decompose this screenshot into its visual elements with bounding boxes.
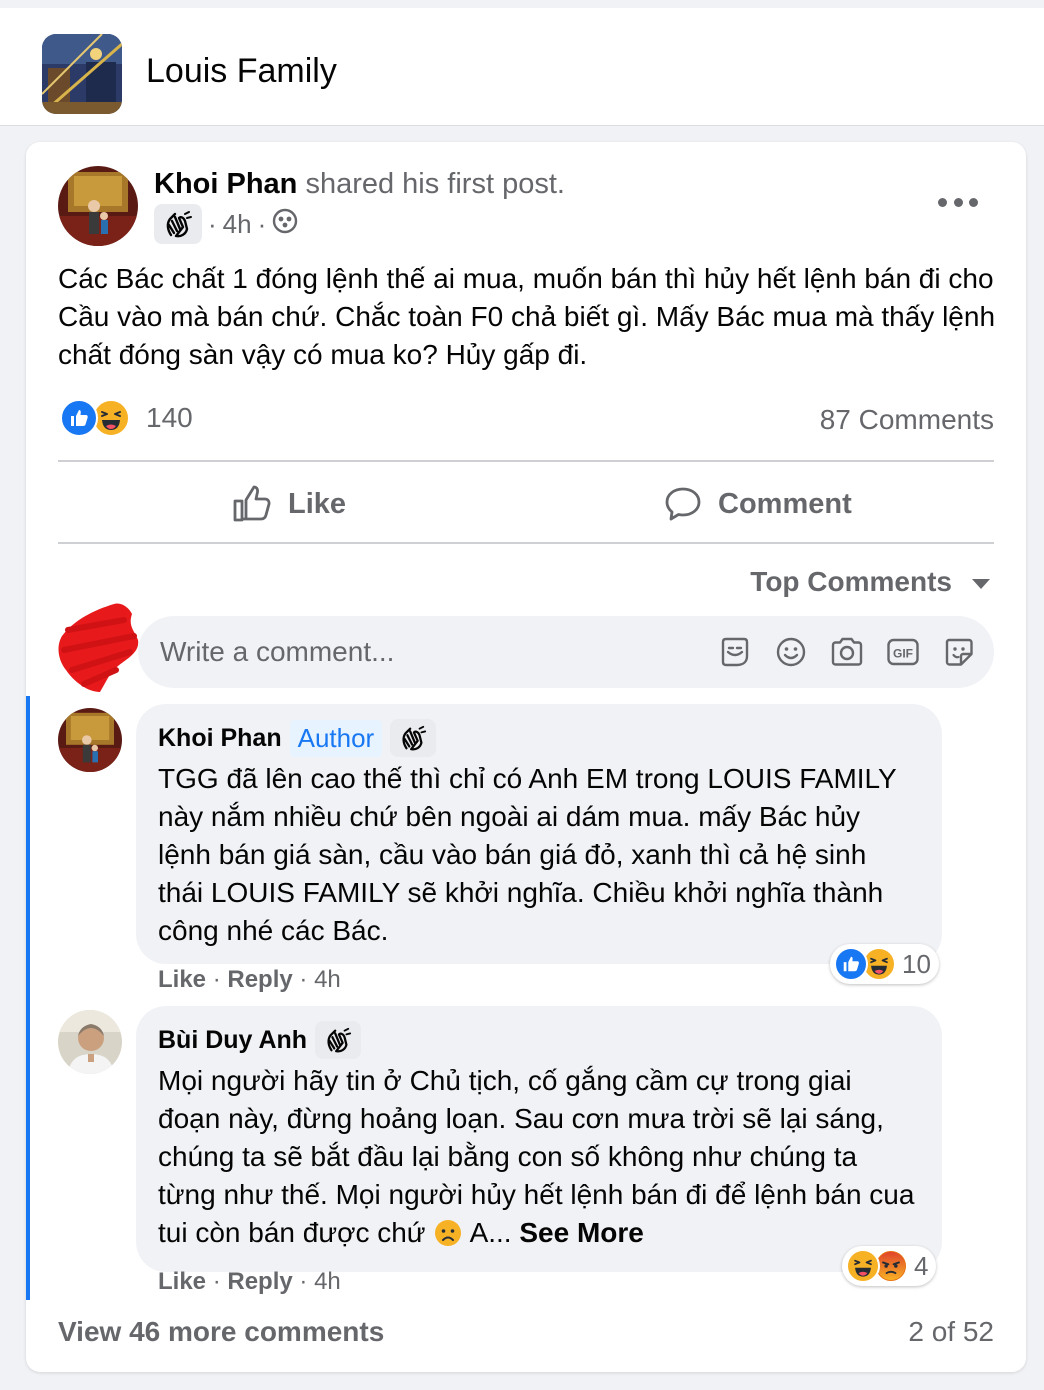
chevron-down-icon [972, 579, 990, 589]
comment-reactions[interactable]: 4 [842, 1246, 937, 1286]
like-reaction-icon [60, 399, 98, 437]
thread-indicator [26, 696, 30, 1300]
camera-icon[interactable] [830, 635, 864, 669]
like-button-label: Like [288, 487, 347, 520]
comment-reaction-count: 4 [914, 1250, 929, 1281]
group-header: Louis Family [0, 0, 1044, 126]
comment-bubble: Bùi Duy Anh Mọi người hãy tin ở Chủ tịch… [136, 1006, 942, 1272]
like-reaction-icon [834, 947, 868, 981]
comment-avatar[interactable] [58, 708, 122, 772]
comment-composer[interactable]: Write a comment... GIF [138, 616, 994, 688]
post-action-text: shared his first post. [305, 168, 565, 200]
post-meta: · 4h · [154, 204, 298, 244]
group-avatar[interactable] [42, 34, 122, 114]
post-card: Khoi Phan shared his first post. · 4h · … [26, 142, 1026, 1372]
comment-like-button[interactable]: Like [158, 1268, 206, 1295]
comment-reaction-count: 10 [902, 948, 931, 979]
comment-pager: 2 of 52 [908, 1316, 994, 1347]
post-reaction-count: 140 [146, 402, 193, 433]
comment-text: TGG đã lên cao thế thì chỉ có Anh EM tro… [158, 763, 897, 946]
wave-badge-icon[interactable] [390, 719, 437, 757]
comment-time[interactable]: 4h [314, 966, 341, 993]
comment-reply-button[interactable]: Reply [227, 966, 292, 993]
svg-text:GIF: GIF [893, 647, 913, 661]
sort-label: Top Comments [750, 566, 952, 597]
comment-avatar[interactable] [58, 1010, 122, 1074]
comment-text-tail: A... [463, 1217, 512, 1248]
comment-author-name[interactable]: Bùi Duy Anh [158, 1026, 307, 1055]
divider [58, 542, 994, 544]
comment-author-name[interactable]: Khoi Phan [158, 724, 282, 753]
divider [58, 460, 994, 462]
wave-badge-icon[interactable] [154, 204, 202, 244]
sticker-icon[interactable] [942, 635, 976, 669]
comment-sort-dropdown[interactable]: Top Comments [750, 566, 990, 598]
post-comment-count[interactable]: 87 Comments [820, 404, 994, 436]
comment-like-button[interactable]: Like [158, 966, 206, 993]
post-reactions[interactable]: 140 [60, 398, 193, 438]
post-text: Các Bác chất 1 đóng lệnh thế ai mua, muố… [58, 263, 996, 370]
post-author-avatar[interactable] [58, 166, 138, 246]
comment-button[interactable]: Comment [664, 476, 852, 532]
comment-bubble: Khoi Phan Author TGG đã lên cao thế thì … [136, 704, 942, 964]
sad-emoji-icon [433, 1218, 463, 1258]
comment-reactions[interactable]: 10 [830, 944, 939, 984]
post-author-name[interactable]: Khoi Phan [154, 168, 297, 200]
see-more-link[interactable]: See More [519, 1217, 644, 1248]
sticker-face-icon[interactable] [718, 635, 752, 669]
emoji-icon[interactable] [774, 635, 808, 669]
comment-input[interactable]: Write a comment... [160, 636, 394, 668]
haha-reaction-icon [846, 1249, 880, 1283]
comment-outline-icon [665, 487, 701, 521]
comment-time[interactable]: 4h [314, 1268, 341, 1295]
post-time[interactable]: 4h [223, 209, 252, 240]
view-more-comments-link[interactable]: View 46 more comments [58, 1316, 384, 1348]
group-name[interactable]: Louis Family [146, 52, 337, 91]
comment-reply-button[interactable]: Reply [227, 1268, 292, 1295]
comment-actions: Like · Reply · 4h [158, 966, 341, 993]
more-options-icon[interactable] [938, 190, 978, 214]
wave-badge-icon[interactable] [315, 1021, 362, 1059]
like-button[interactable]: Like [232, 476, 346, 532]
globe-icon[interactable] [272, 208, 298, 241]
author-badge: Author [289, 719, 383, 757]
comment-text: Mọi người hãy tin ở Chủ tịch, cố gắng cầ… [158, 1062, 918, 1258]
like-outline-icon [233, 485, 271, 522]
redacted-avatar [58, 603, 139, 692]
comment-button-label: Comment [718, 487, 852, 520]
comment-actions: Like · Reply · 4h [158, 1268, 341, 1295]
post-header-line: Khoi Phan shared his first post. [154, 168, 565, 201]
gif-icon[interactable]: GIF [886, 635, 920, 669]
